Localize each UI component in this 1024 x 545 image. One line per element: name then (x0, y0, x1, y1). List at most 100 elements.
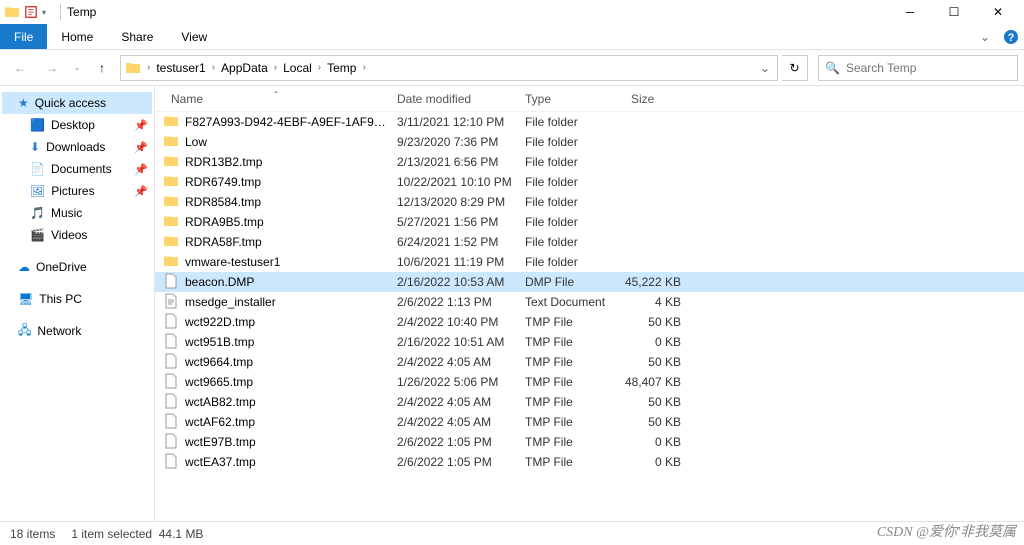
file-type: TMP File (517, 375, 623, 389)
nav-icon: 🟦 (30, 118, 45, 132)
file-row[interactable]: wctAF62.tmp2/4/2022 4:05 AMTMP File50 KB (155, 412, 1024, 432)
status-item-count: 18 items (10, 527, 55, 541)
breadcrumb-item[interactable]: Local (279, 61, 316, 75)
breadcrumb[interactable]: › testuser1 › AppData › Local › Temp › ⌄ (120, 55, 778, 81)
search-input[interactable] (846, 61, 1011, 75)
file-icon (163, 373, 179, 392)
file-row[interactable]: wct9665.tmp1/26/2022 5:06 PMTMP File48,4… (155, 372, 1024, 392)
chevron-right-icon[interactable]: › (210, 62, 217, 73)
nav-item-videos[interactable]: 🎬Videos (0, 224, 154, 246)
column-headers: Name⌃ Date modified Type Size (155, 86, 1024, 112)
file-icon (163, 273, 179, 292)
chevron-right-icon[interactable]: › (316, 62, 323, 73)
file-date: 12/13/2020 8:29 PM (389, 195, 517, 209)
file-row[interactable]: wct922D.tmp2/4/2022 10:40 PMTMP File50 K… (155, 312, 1024, 332)
file-date: 5/27/2021 1:56 PM (389, 215, 517, 229)
column-name[interactable]: Name⌃ (163, 92, 389, 106)
file-type: File folder (517, 155, 623, 169)
properties-icon[interactable] (24, 4, 38, 20)
file-row[interactable]: wctAB82.tmp2/4/2022 4:05 AMTMP File50 KB (155, 392, 1024, 412)
nav-label: Pictures (51, 184, 94, 198)
file-size: 0 KB (623, 335, 689, 349)
breadcrumb-item[interactable]: AppData (217, 61, 272, 75)
nav-network[interactable]: 🖧 Network (0, 320, 154, 342)
tab-file[interactable]: File (0, 24, 47, 49)
nav-icon: 🖼 (30, 184, 45, 198)
nav-label: Downloads (46, 140, 105, 154)
nav-quick-access[interactable]: ★ Quick access (2, 92, 152, 114)
help-icon[interactable]: ? (998, 24, 1024, 49)
file-name: wctEA37.tmp (185, 455, 389, 469)
tab-share[interactable]: Share (107, 24, 167, 49)
nav-item-downloads[interactable]: ⬇Downloads📌 (0, 136, 154, 158)
nav-item-documents[interactable]: 📄Documents📌 (0, 158, 154, 180)
file-row[interactable]: wctEA37.tmp2/6/2022 1:05 PMTMP File0 KB (155, 452, 1024, 472)
file-row[interactable]: msedge_installer2/6/2022 1:13 PMText Doc… (155, 292, 1024, 312)
column-type[interactable]: Type (517, 92, 623, 106)
file-icon (163, 433, 179, 452)
file-row[interactable]: RDRA58F.tmp6/24/2021 1:52 PMFile folder (155, 232, 1024, 252)
address-dropdown-icon[interactable]: ⌄ (753, 61, 777, 75)
file-type: TMP File (517, 455, 623, 469)
nav-label: OneDrive (36, 260, 87, 274)
file-size: 50 KB (623, 355, 689, 369)
file-row[interactable]: F827A993-D942-4EBF-A9EF-1AF93D2E813F3/11… (155, 112, 1024, 132)
ribbon-expand-icon[interactable]: ⌄ (972, 24, 998, 49)
nav-this-pc[interactable]: 🖥 This PC (0, 288, 154, 310)
file-type: TMP File (517, 395, 623, 409)
file-date: 10/6/2021 11:19 PM (389, 255, 517, 269)
column-date[interactable]: Date modified (389, 92, 517, 106)
file-row[interactable]: wctE97B.tmp2/6/2022 1:05 PMTMP File0 KB (155, 432, 1024, 452)
svg-text:?: ? (1008, 32, 1015, 44)
file-date: 2/4/2022 10:40 PM (389, 315, 517, 329)
file-row[interactable]: RDR8584.tmp12/13/2020 8:29 PMFile folder (155, 192, 1024, 212)
maximize-button[interactable]: ☐ (932, 0, 976, 24)
minimize-button[interactable]: ─ (888, 0, 932, 24)
qat-dropdown-icon[interactable]: ▾ (42, 8, 46, 17)
watermark: CSDN @爱你'非我莫属 (877, 521, 1016, 541)
tab-view[interactable]: View (167, 24, 221, 49)
file-size: 50 KB (623, 415, 689, 429)
refresh-button[interactable]: ↻ (782, 55, 808, 81)
nav-icon: 🎵 (30, 206, 45, 220)
file-row[interactable]: Low9/23/2020 7:36 PMFile folder (155, 132, 1024, 152)
nav-onedrive[interactable]: ☁ OneDrive (0, 256, 154, 278)
search-box[interactable]: 🔍 (818, 55, 1018, 81)
breadcrumb-item[interactable]: testuser1 (152, 61, 209, 75)
file-name: wctAB82.tmp (185, 395, 389, 409)
chevron-right-icon[interactable]: › (272, 62, 279, 73)
forward-button[interactable]: → (38, 54, 66, 82)
column-size[interactable]: Size (623, 92, 697, 106)
file-icon (163, 313, 179, 332)
folder-icon (163, 173, 179, 192)
tab-home[interactable]: Home (47, 24, 107, 49)
file-name: wct9665.tmp (185, 375, 389, 389)
file-size: 50 KB (623, 395, 689, 409)
file-date: 2/6/2022 1:05 PM (389, 435, 517, 449)
recent-dropdown-icon[interactable]: ⌄ (70, 54, 84, 82)
up-button[interactable]: ↑ (88, 54, 116, 82)
file-row[interactable]: wct951B.tmp2/16/2022 10:51 AMTMP File0 K… (155, 332, 1024, 352)
file-name: Low (185, 135, 389, 149)
nav-item-desktop[interactable]: 🟦Desktop📌 (0, 114, 154, 136)
file-row[interactable]: RDR13B2.tmp2/13/2021 6:56 PMFile folder (155, 152, 1024, 172)
file-date: 6/24/2021 1:52 PM (389, 235, 517, 249)
file-row[interactable]: RDRA9B5.tmp5/27/2021 1:56 PMFile folder (155, 212, 1024, 232)
nav-item-pictures[interactable]: 🖼Pictures📌 (0, 180, 154, 202)
file-size: 4 KB (623, 295, 689, 309)
file-row[interactable]: wct9664.tmp2/4/2022 4:05 AMTMP File50 KB (155, 352, 1024, 372)
file-row[interactable]: beacon.DMP2/16/2022 10:53 AMDMP File45,2… (155, 272, 1024, 292)
monitor-icon: 🖥 (18, 292, 33, 306)
nav-icon: 📄 (30, 162, 45, 176)
back-button[interactable]: ← (6, 54, 34, 82)
close-button[interactable]: ✕ (976, 0, 1020, 24)
chevron-right-icon[interactable]: › (145, 62, 152, 73)
file-size: 50 KB (623, 315, 689, 329)
nav-item-music[interactable]: 🎵Music (0, 202, 154, 224)
cloud-icon: ☁ (18, 260, 30, 274)
file-row[interactable]: RDR6749.tmp10/22/2021 10:10 PMFile folde… (155, 172, 1024, 192)
breadcrumb-item[interactable]: Temp (323, 61, 360, 75)
file-row[interactable]: vmware-testuser110/6/2021 11:19 PMFile f… (155, 252, 1024, 272)
chevron-right-icon[interactable]: › (360, 62, 367, 73)
sort-asc-icon: ⌃ (273, 90, 280, 99)
